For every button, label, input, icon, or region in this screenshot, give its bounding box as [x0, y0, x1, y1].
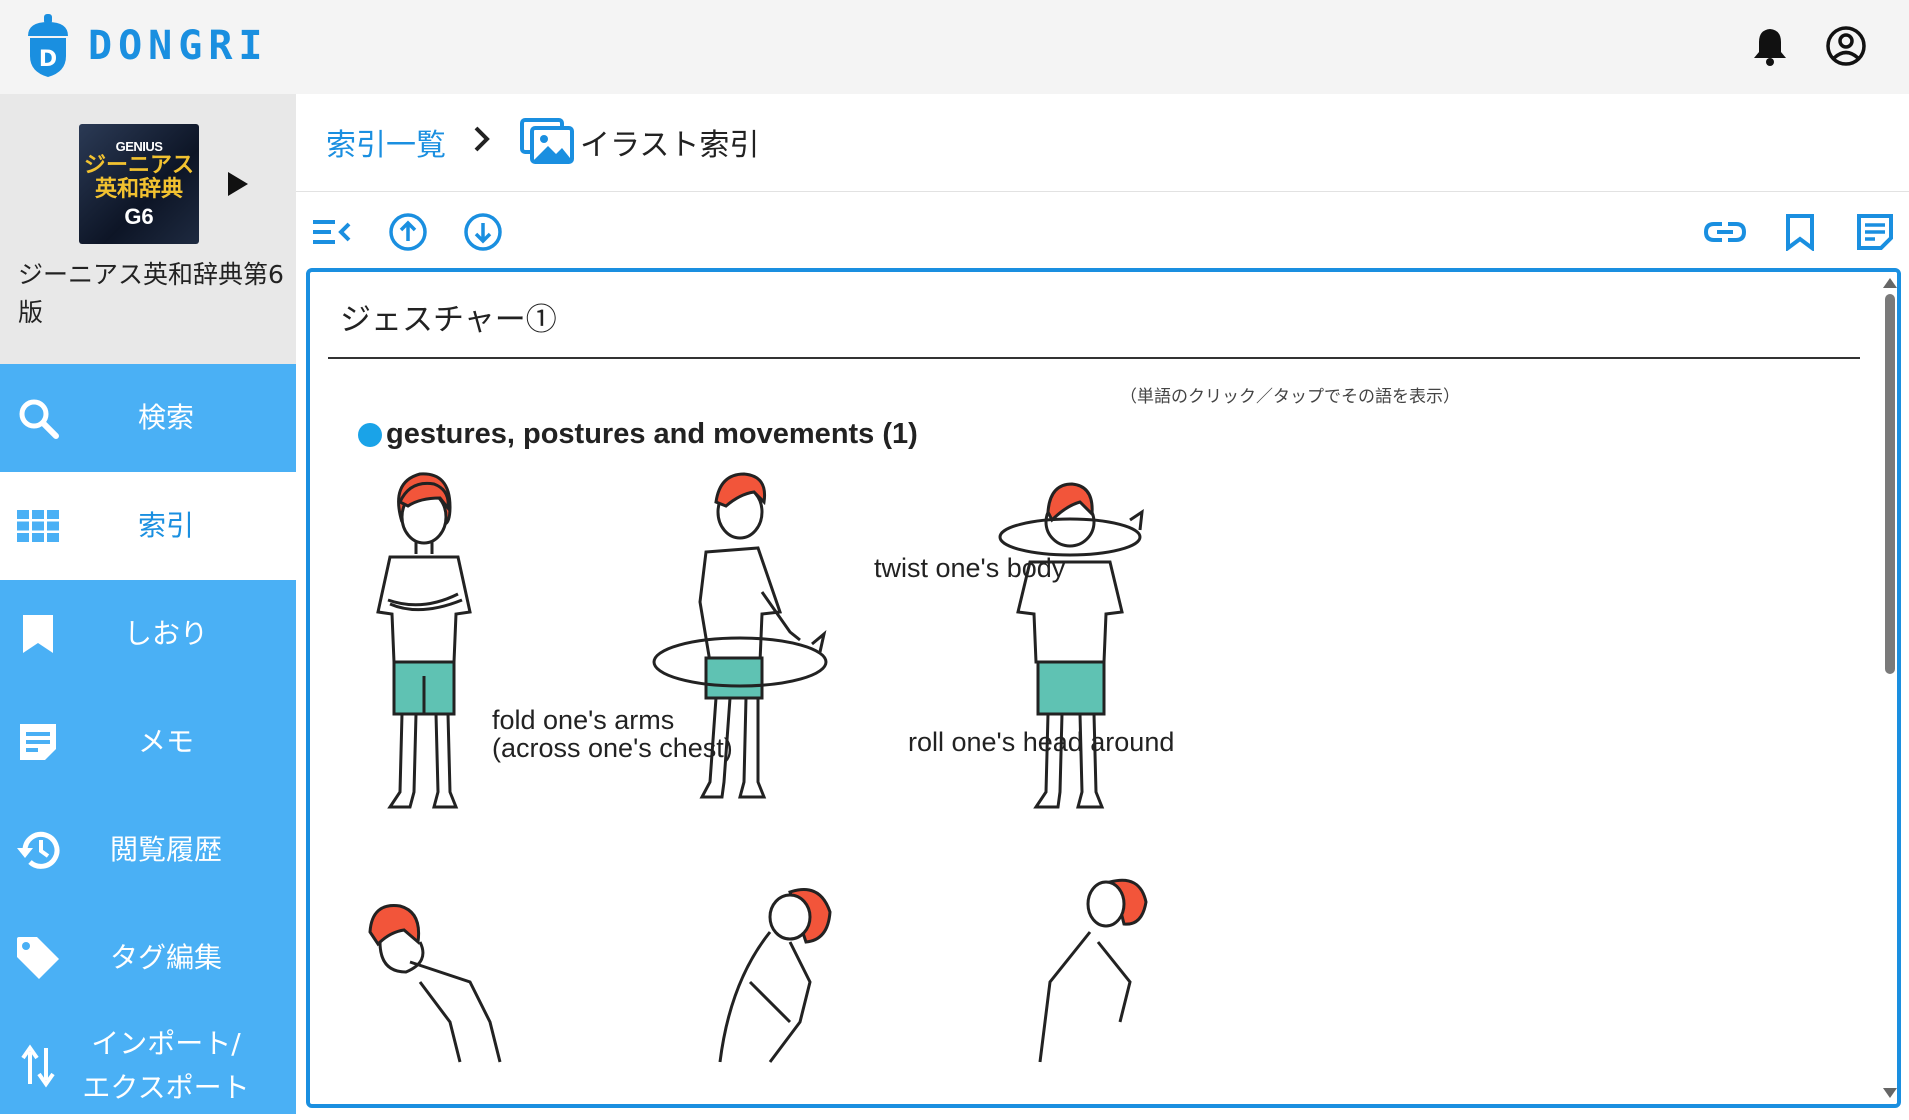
- sidebar-item-memo[interactable]: メモ: [0, 688, 296, 796]
- arrow-down-circle-icon[interactable]: [459, 208, 507, 256]
- sidebar-item-label: 索引: [137, 509, 194, 542]
- vertical-scrollbar[interactable]: [1878, 272, 1897, 1104]
- section-title: gestures, postures and movements (1): [386, 418, 918, 450]
- bookmark-icon: [14, 610, 62, 658]
- breadcrumb-index-list-link[interactable]: 索引一覧: [326, 120, 446, 164]
- scrollbar-thumb[interactable]: [1885, 294, 1895, 674]
- sidebar-item-import-export[interactable]: インポート/ エクスポート: [0, 1012, 296, 1120]
- chevron-right-icon: [472, 124, 492, 158]
- illustration-label-fold[interactable]: fold one's arms (across one's chest): [492, 706, 733, 762]
- usage-hint: （単語のクリック／タップでその語を表示）: [1120, 387, 1460, 407]
- account-circle-icon[interactable]: [1822, 22, 1870, 70]
- app-name: DONGRI: [88, 23, 269, 69]
- content-panel[interactable]: ジェスチャー① （単語のクリック／タップでその語を表示） gestures, p…: [306, 268, 1901, 1108]
- breadcrumb: 索引一覧 イラスト索引: [296, 94, 1909, 192]
- illustration-label-roll[interactable]: roll one's head around: [908, 728, 1174, 756]
- sidebar-item-label: インポート/ エクスポート: [82, 1027, 250, 1104]
- book-name: ジーニアス英和辞典第6版: [18, 260, 284, 327]
- history-icon: [14, 826, 62, 874]
- entry-title: ジェスチャー①: [340, 302, 557, 338]
- import-export-icon: [14, 1042, 62, 1090]
- toolbar: [296, 192, 1909, 270]
- play-arrow-icon[interactable]: [228, 172, 248, 196]
- sidebar-item-label: メモ: [137, 725, 194, 758]
- figure-look-up: [1038, 878, 1148, 1063]
- scroll-up-arrow-icon[interactable]: [1883, 278, 1897, 288]
- section-heading: gestures, postures and movements (1): [358, 418, 918, 451]
- sidebar: GENIUS ジーニアス 英和辞典 G6 ジーニアス英和辞典第6版 検索 索引 …: [0, 94, 296, 1114]
- bookmark-outline-icon[interactable]: [1776, 208, 1824, 256]
- sidebar-item-history[interactable]: 閲覧履歴: [0, 796, 296, 904]
- arrow-up-circle-icon[interactable]: [384, 208, 432, 256]
- sidebar-item-label: しおり: [123, 617, 208, 650]
- page-title: イラスト索引: [580, 128, 760, 163]
- sidebar-item-tags[interactable]: タグ編集: [0, 904, 296, 1012]
- acorn-logo-icon: D: [28, 14, 68, 77]
- image-icon: [520, 118, 574, 168]
- figure-bend-forward: [368, 904, 502, 1063]
- bell-icon[interactable]: [1746, 22, 1794, 70]
- memo-outline-icon[interactable]: [1851, 208, 1899, 256]
- sidebar-item-index[interactable]: 索引: [0, 472, 296, 580]
- divider: [328, 357, 1860, 359]
- illustration-label-twist[interactable]: twist one's body: [874, 554, 1065, 582]
- gesture-illustration: [368, 472, 1148, 1063]
- app-logo[interactable]: D DONGRI: [24, 14, 269, 78]
- search-icon: [14, 394, 62, 442]
- figure-lean-back: [718, 888, 832, 1063]
- scroll-down-arrow-icon[interactable]: [1883, 1088, 1897, 1098]
- sidebar-item-label: 閲覧履歴: [109, 833, 222, 866]
- bullet-dot-icon: [358, 422, 382, 447]
- top-bar: D DONGRI: [0, 0, 1909, 94]
- book-panel[interactable]: GENIUS ジーニアス 英和辞典 G6 ジーニアス英和辞典第6版: [0, 94, 296, 364]
- sidebar-item-search[interactable]: 検索: [0, 364, 296, 472]
- grid-icon: [14, 502, 62, 550]
- tag-icon: [14, 934, 62, 982]
- sidebar-item-bookmarks[interactable]: しおり: [0, 580, 296, 688]
- figure-roll-head: [998, 482, 1144, 809]
- link-icon[interactable]: [1701, 208, 1749, 256]
- sidebar-item-label: タグ編集: [109, 941, 222, 974]
- book-cover[interactable]: GENIUS ジーニアス 英和辞典 G6: [79, 124, 199, 244]
- figure-fold-arms: [376, 472, 472, 809]
- collapse-list-icon[interactable]: [308, 208, 356, 256]
- sidebar-item-label: 検索: [137, 401, 194, 434]
- svg-text:D: D: [39, 47, 57, 72]
- memo-icon: [14, 718, 62, 766]
